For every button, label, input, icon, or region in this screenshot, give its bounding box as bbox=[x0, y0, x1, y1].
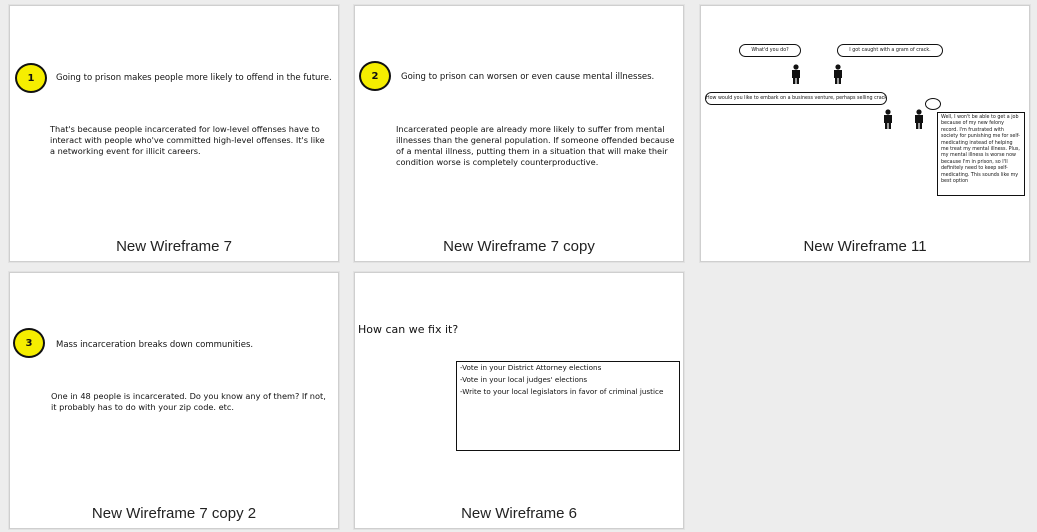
wireframe-preview: How can we fix it? -Vote in your Distric… bbox=[355, 273, 683, 493]
thumbnail-caption: New Wireframe 7 copy bbox=[443, 238, 595, 255]
slide-heading: How can we fix it? bbox=[358, 323, 459, 336]
person-icon bbox=[884, 109, 892, 129]
wireframe-preview: What'd you do? I got caught with a gram … bbox=[701, 6, 1029, 226]
list-item: -Vote in your District Attorney election… bbox=[460, 363, 602, 372]
thumbnail-caption: New Wireframe 7 copy 2 bbox=[91, 505, 257, 522]
slide-body-text: That's because people incarcerated for l… bbox=[50, 124, 325, 156]
slide-headline: Mass incarceration breaks down communiti… bbox=[56, 340, 254, 350]
speech-bubble: What'd you do? bbox=[739, 44, 801, 57]
number-badge: 2 bbox=[359, 61, 391, 91]
wireframe-preview: 2 Going to prison can worsen or even cau… bbox=[355, 6, 683, 226]
wireframe-preview: 3 Mass incarceration breaks down communi… bbox=[10, 273, 338, 493]
slide-headline: Going to prison can worsen or even cause… bbox=[401, 72, 655, 82]
speech-bubble: How would you like to embark on a busine… bbox=[705, 92, 887, 105]
number-badge: 1 bbox=[15, 63, 47, 93]
thought-bubble-icon bbox=[925, 98, 941, 110]
wireframe-thumbnail-3[interactable]: What'd you do? I got caught with a gram … bbox=[700, 5, 1030, 262]
person-icon bbox=[792, 64, 800, 84]
person-icon bbox=[915, 109, 923, 129]
thumbnail-caption: New Wireframe 6 bbox=[461, 505, 577, 522]
action-list-box: -Vote in your District Attorney election… bbox=[456, 361, 680, 451]
thumbnail-caption: New Wireframe 7 bbox=[116, 238, 232, 255]
wireframe-thumbnail-4[interactable]: 3 Mass incarceration breaks down communi… bbox=[9, 272, 339, 529]
thumbnail-caption: New Wireframe 11 bbox=[803, 238, 927, 255]
speech-bubble: I got caught with a gram of crack. bbox=[837, 44, 943, 57]
number-badge: 3 bbox=[13, 328, 45, 358]
wireframe-thumbnail-1[interactable]: 1 Going to prison makes people more like… bbox=[9, 5, 339, 262]
wireframe-thumbnail-5[interactable]: How can we fix it? -Vote in your Distric… bbox=[354, 272, 684, 529]
slide-body-text: One in 48 people is incarcerated. Do you… bbox=[51, 391, 326, 412]
wireframe-thumbnail-2[interactable]: 2 Going to prison can worsen or even cau… bbox=[354, 5, 684, 262]
wireframe-preview: 1 Going to prison makes people more like… bbox=[10, 6, 338, 226]
list-item: -Vote in your local judges' elections bbox=[460, 375, 588, 384]
note-box: Well, I won't be able to get a job becau… bbox=[937, 112, 1025, 196]
list-item: -Write to your local legislators in favo… bbox=[460, 387, 664, 396]
person-icon bbox=[834, 64, 842, 84]
slide-body-text: Incarcerated people are already more lik… bbox=[396, 124, 675, 167]
slide-headline: Going to prison makes people more likely… bbox=[56, 73, 332, 83]
